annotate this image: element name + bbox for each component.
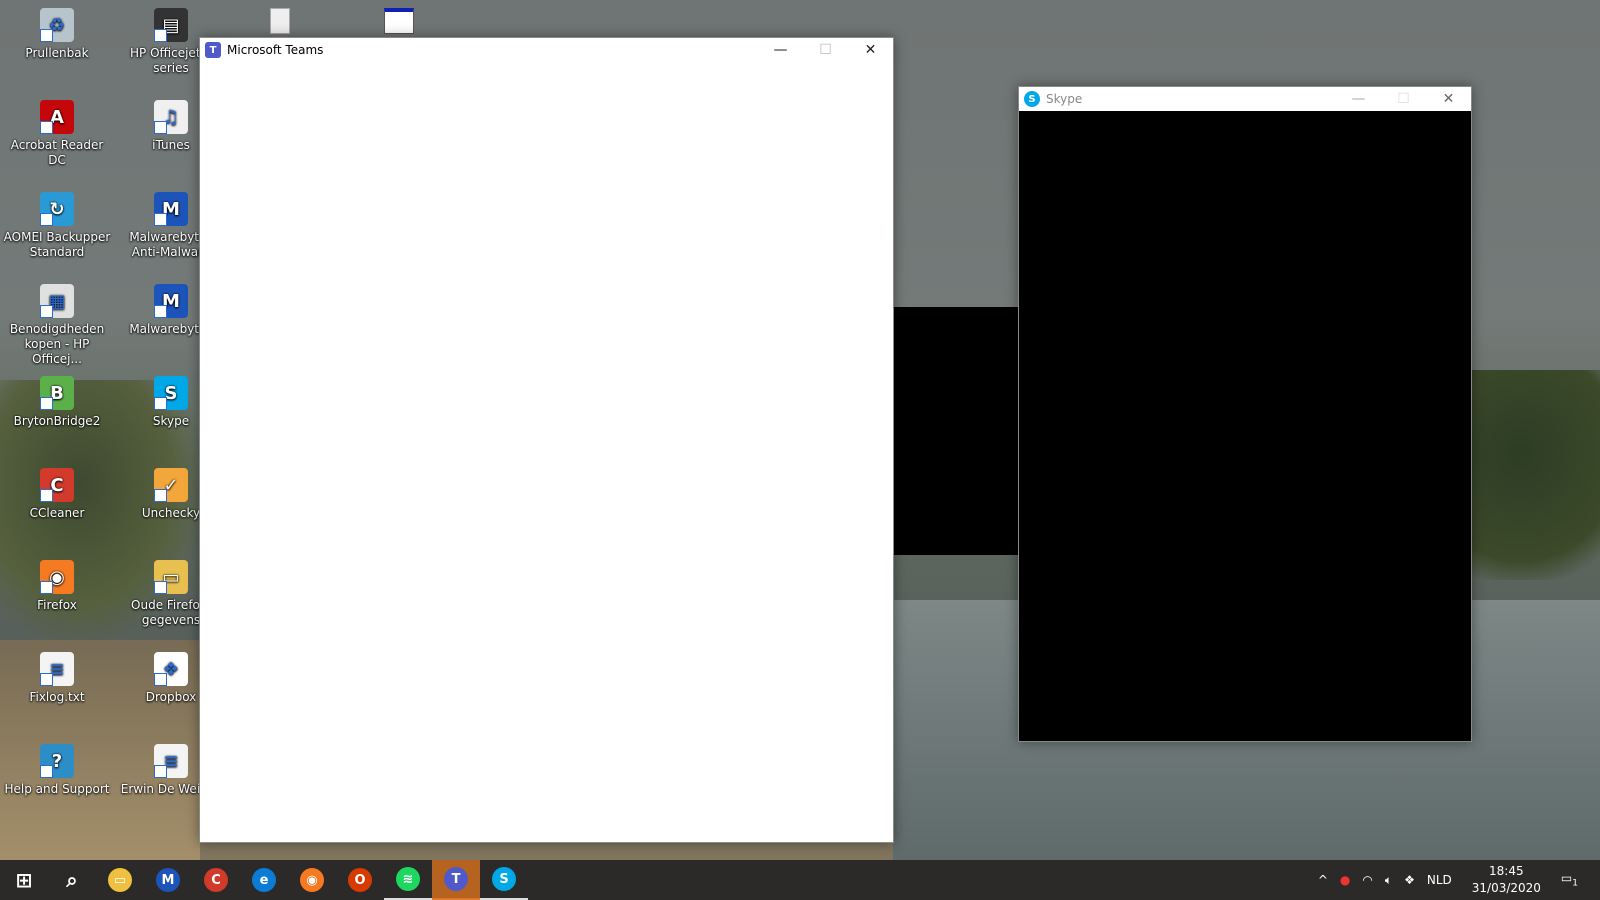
search-icon: ⌕ bbox=[66, 868, 78, 892]
desktop-icon-label: CCleaner bbox=[29, 506, 85, 520]
firefox-icon: ◉ bbox=[300, 868, 324, 892]
desktop-icon[interactable]: C CCleaner bbox=[1, 468, 113, 521]
office-icon: O bbox=[348, 868, 372, 892]
taskbar-ccleaner-button[interactable]: C bbox=[192, 860, 240, 900]
desktop-icon-label: Acrobat Reader DC bbox=[10, 138, 104, 167]
taskbar-malwarebytes-button[interactable]: M bbox=[144, 860, 192, 900]
desktop-icon[interactable]: A Acrobat Reader DC bbox=[1, 100, 113, 168]
teams-window[interactable]: T Microsoft Teams — ☐ ✕ bbox=[199, 37, 894, 843]
app-icon: ≡ bbox=[154, 744, 188, 778]
taskbar-office-button[interactable]: O bbox=[336, 860, 384, 900]
app-icon: ◉ bbox=[40, 560, 74, 594]
taskbar-firefox-button[interactable]: ◉ bbox=[288, 860, 336, 900]
app-icon: ❖ bbox=[154, 652, 188, 686]
skype-icon: S bbox=[1024, 91, 1040, 107]
app-icon: ↻ bbox=[40, 192, 74, 226]
app-icon: ♫ bbox=[154, 100, 188, 134]
app-icon: ? bbox=[40, 744, 74, 778]
clock[interactable]: 18:45 31/03/2020 bbox=[1472, 863, 1541, 897]
desktop-icon-label: Help and Support bbox=[4, 782, 110, 796]
app-icon: S bbox=[154, 376, 188, 410]
desktop-icon-label: AOMEI Backupper Standard bbox=[3, 230, 111, 259]
app-icon: C bbox=[40, 468, 74, 502]
teams-titlebar[interactable]: T Microsoft Teams — ☐ ✕ bbox=[200, 38, 893, 62]
taskbar-start-button[interactable]: ⊞ bbox=[0, 860, 48, 900]
desktop-icon[interactable]: ? Help and Support bbox=[1, 744, 113, 797]
taskbar-apps: ⊞ ⌕ ▭ M Ce ◉ O ≋ T S bbox=[0, 860, 528, 900]
desktop-icon[interactable]: ≡ Fixlog.txt bbox=[1, 652, 113, 705]
minimize-button[interactable]: — bbox=[1336, 87, 1381, 111]
spotify-icon: ≋ bbox=[396, 867, 420, 891]
taskbar-skype-button[interactable]: S bbox=[480, 860, 528, 900]
window-title: Skype bbox=[1046, 92, 1083, 106]
desktop-icon-label: Benodigdheden kopen - HP Officej... bbox=[9, 322, 105, 366]
wifi-icon[interactable]: ◠ bbox=[1362, 873, 1372, 887]
maximize-button[interactable]: ☐ bbox=[803, 38, 848, 62]
notification-count: 1 bbox=[1572, 878, 1578, 889]
desktop-icon-label: Fixlog.txt bbox=[29, 690, 85, 704]
taskbar-edge-button[interactable]: e bbox=[240, 860, 288, 900]
skype-icon: S bbox=[492, 867, 516, 891]
file-icon[interactable] bbox=[270, 8, 290, 34]
onedrive-error-icon[interactable]: ● bbox=[1340, 873, 1350, 887]
close-button[interactable]: ✕ bbox=[1426, 87, 1471, 111]
desktop-icon[interactable]: ▦ Benodigdheden kopen - HP Officej... bbox=[1, 284, 113, 367]
edge-icon: e bbox=[252, 868, 276, 892]
system-tray: ^ ● ◠ 🔈︎ ❖ NLD 18:45 31/03/2020 ▭1 bbox=[1312, 860, 1600, 900]
action-center-button[interactable]: ▭1 bbox=[1561, 871, 1578, 888]
desktop-icon[interactable]: ◉ Firefox bbox=[1, 560, 113, 613]
minimize-button[interactable]: — bbox=[758, 38, 803, 62]
app-icon: ▦ bbox=[40, 284, 74, 318]
app-icon: ≡ bbox=[40, 652, 74, 686]
dropbox-tray-icon[interactable]: ❖ bbox=[1404, 873, 1415, 887]
desktop-icon[interactable]: B BrytonBridge2 bbox=[1, 376, 113, 429]
malwarebytes-icon: M bbox=[156, 868, 180, 892]
volume-icon[interactable]: 🔈︎ bbox=[1385, 873, 1392, 888]
language-indicator[interactable]: NLD bbox=[1427, 873, 1452, 887]
app-icon: B bbox=[40, 376, 74, 410]
app-icon: M bbox=[154, 284, 188, 318]
app-icon: ▭ bbox=[154, 560, 188, 594]
maximize-button[interactable]: ☐ bbox=[1381, 87, 1426, 111]
taskbar-teams-button[interactable]: T bbox=[432, 860, 480, 900]
app-icon: A bbox=[40, 100, 74, 134]
window-title: Microsoft Teams bbox=[227, 43, 324, 57]
clock-date: 31/03/2020 bbox=[1471, 881, 1541, 895]
clock-time: 18:45 bbox=[1489, 864, 1524, 878]
black-artifact bbox=[893, 307, 1018, 555]
app-icon: ▤ bbox=[154, 8, 188, 42]
app-icon: ♻ bbox=[40, 8, 74, 42]
app-icon: ✓ bbox=[154, 468, 188, 502]
taskbar: ⊞ ⌕ ▭ M Ce ◉ O ≋ T S ^ ● ◠ 🔈︎ ❖ NLD 18:45 31/03/2… bbox=[0, 860, 1600, 900]
taskbar-search-button[interactable]: ⌕ bbox=[48, 860, 96, 900]
file-explorer-icon: ▭ bbox=[108, 868, 132, 892]
ccleaner-icon: C bbox=[204, 868, 228, 892]
skype-titlebar[interactable]: S Skype — ☐ ✕ bbox=[1019, 87, 1471, 111]
taskbar-spotify-button[interactable]: ≋ bbox=[384, 860, 432, 900]
close-button[interactable]: ✕ bbox=[848, 38, 893, 62]
teams-icon: T bbox=[444, 867, 468, 891]
app-icon: M bbox=[154, 192, 188, 226]
desktop-icon[interactable]: ♻ Prullenbak bbox=[1, 8, 113, 61]
desktop-icon-label: Firefox bbox=[37, 598, 77, 612]
desktop-icon[interactable]: ↻ AOMEI Backupper Standard bbox=[1, 192, 113, 260]
teams-icon: T bbox=[205, 42, 221, 58]
taskbar-file-explorer-button[interactable]: ▭ bbox=[96, 860, 144, 900]
start-icon: ⊞ bbox=[15, 868, 33, 892]
desktop-icon-label: Prullenbak bbox=[25, 46, 89, 60]
show-hidden-icons-chevron[interactable]: ^ bbox=[1318, 873, 1328, 887]
skype-window[interactable]: S Skype — ☐ ✕ bbox=[1018, 86, 1472, 742]
window-file-icon[interactable] bbox=[384, 8, 414, 34]
desktop-icon-label: BrytonBridge2 bbox=[13, 414, 101, 428]
